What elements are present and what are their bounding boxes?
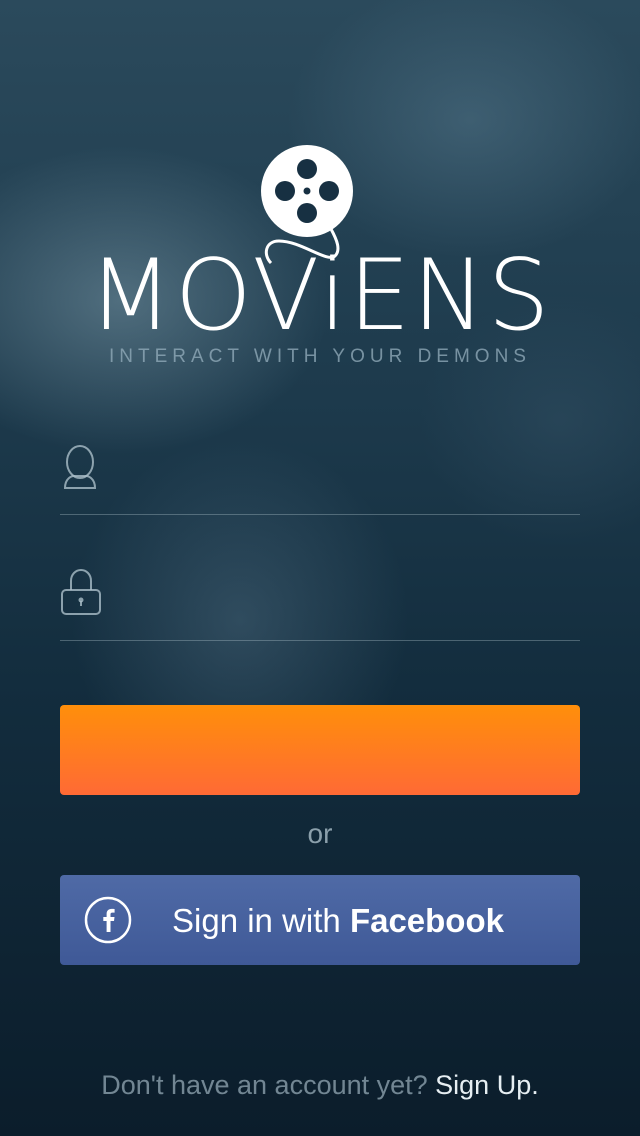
password-input[interactable]: [130, 570, 580, 622]
facebook-signin-button[interactable]: Sign in with Facebook: [60, 875, 580, 965]
facebook-button-label: Sign in with Facebook: [172, 902, 504, 939]
username-field[interactable]: [60, 424, 580, 515]
or-divider: or: [307, 818, 333, 849]
lock-icon: [61, 568, 101, 615]
username-input[interactable]: [130, 444, 580, 496]
brand-tagline: INTERACT WITH YOUR DEMONS: [109, 346, 531, 367]
user-icon: [63, 445, 97, 489]
signup-link[interactable]: Sign Up.: [435, 1070, 539, 1100]
facebook-icon: [84, 896, 132, 944]
password-field[interactable]: [60, 550, 580, 641]
signup-prompt-text: Don't have an account yet?: [101, 1070, 436, 1100]
brand-name: MOViENS: [88, 239, 552, 353]
login-button[interactable]: [60, 705, 580, 795]
signup-prompt: Don't have an account yet? Sign Up.: [0, 1070, 640, 1101]
